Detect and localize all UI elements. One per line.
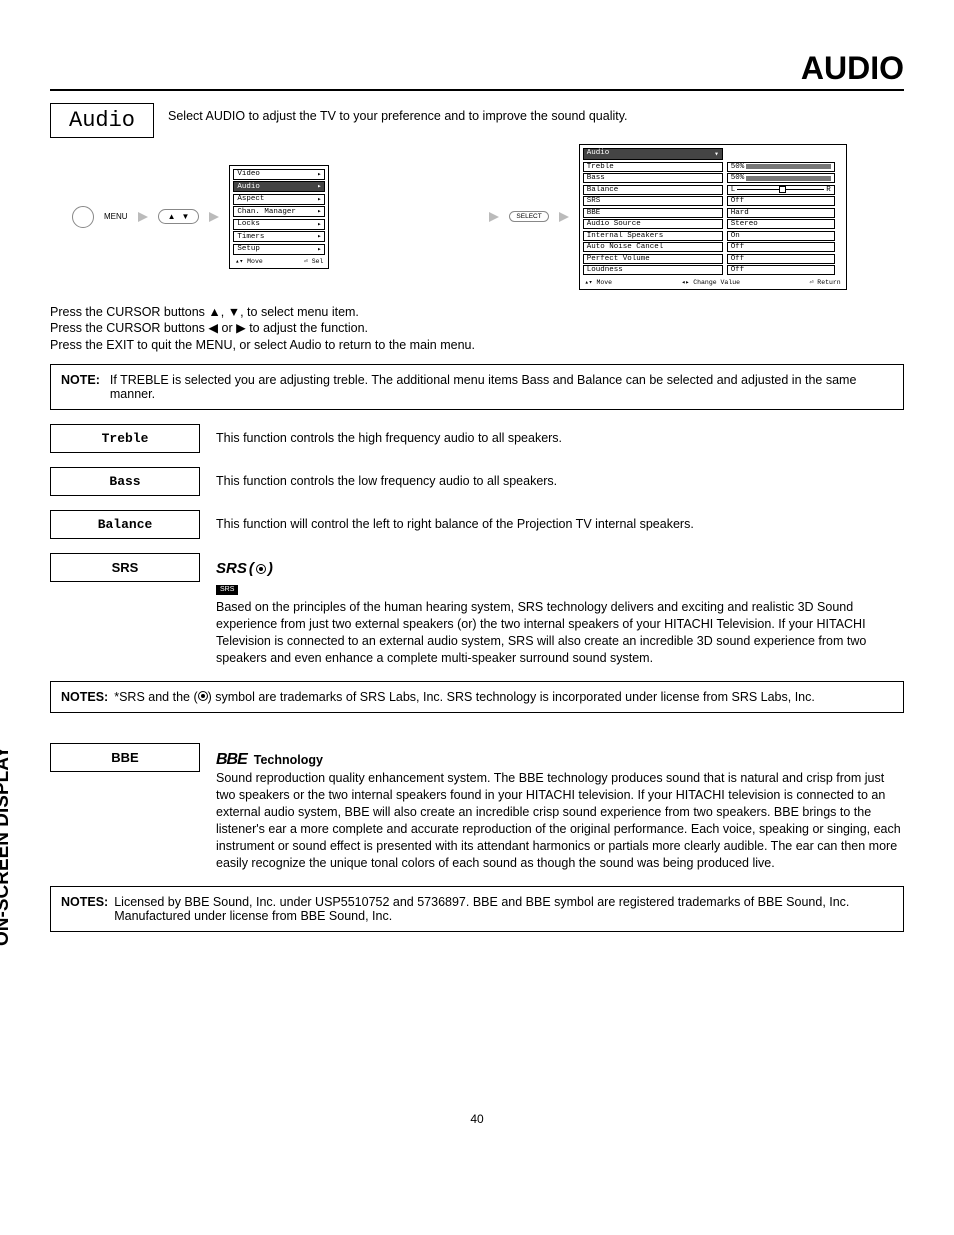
osd-audio-footer: ▴▾ Move ◂▸ Change Value ⏎ Return: [583, 277, 843, 286]
notes-text: *SRS and the () symbol are trademarks of…: [114, 690, 815, 704]
osd-item-video: Video▸: [233, 169, 325, 180]
osd-audio-menu: Audio ▾ Treble 50% Bass 50% Balance LR SRS O…: [579, 144, 847, 290]
osd-row-audio-source: Audio Source: [583, 219, 723, 229]
osd-item-chan-manager: Chan. Manager▸: [233, 206, 325, 217]
osd-val-audio-source: Stereo: [727, 219, 835, 229]
feature-desc-bass: This function controls the low frequency…: [216, 467, 904, 490]
osd-audio-header: Audio ▾: [583, 148, 723, 160]
osd-val-balance: LR: [727, 185, 835, 195]
notes-label: NOTES:: [61, 895, 108, 923]
osd-footer: ▴▾ Move ⏎ Sel: [233, 256, 325, 265]
feature-desc-balance: This function will control the left to r…: [216, 510, 904, 533]
srs-sub-badge: SRS: [216, 585, 238, 594]
arrow-icon: [559, 212, 569, 222]
osd-val-internal-speakers: On: [727, 231, 835, 241]
osd-item-aspect: Aspect▸: [233, 194, 325, 205]
notes-text: Licensed by BBE Sound, Inc. under USP551…: [114, 895, 893, 923]
osd-row-balance: Balance: [583, 185, 723, 195]
intro-text: Select AUDIO to adjust the TV to your pr…: [168, 103, 904, 138]
notes-box-bbe: NOTES: Licensed by BBE Sound, Inc. under…: [50, 886, 904, 932]
osd-main-menu: Video▸ Audio▸ Aspect▸ Chan. Manager▸ Loc…: [229, 165, 329, 270]
flow-diagram: MENU ▲▼ Video▸ Audio▸ Aspect▸ Chan. Mana…: [72, 144, 904, 290]
osd-row-treble: Treble: [583, 162, 723, 172]
feature-desc-bbe: BBE Technology Sound reproduction qualit…: [216, 743, 904, 872]
rocker-icon: ▲▼: [158, 209, 200, 224]
osd-row-perfect-volume: Perfect Volume: [583, 254, 723, 264]
note-label: NOTE:: [61, 373, 100, 401]
osd-item-audio: Audio▸: [233, 181, 325, 192]
osd-val-loudness: Off: [727, 265, 835, 275]
bbe-logo-icon: BBE: [216, 751, 247, 768]
osd-row-loudness: Loudness: [583, 265, 723, 275]
note-box-1: NOTE: If TREBLE is selected you are adju…: [50, 364, 904, 410]
feature-label-treble: Treble: [50, 424, 200, 453]
osd-val-bbe: Hard: [727, 208, 835, 218]
page-number: 40: [50, 1112, 904, 1126]
arrow-icon: [138, 212, 148, 222]
osd-val-bass: 50%: [727, 173, 835, 183]
osd-val-perfect-volume: Off: [727, 254, 835, 264]
feature-label-bass: Bass: [50, 467, 200, 496]
osd-row-bbe: BBE: [583, 208, 723, 218]
audio-section-label: Audio: [50, 103, 154, 138]
page-title: AUDIO: [50, 50, 904, 91]
osd-row-auto-noise: Auto Noise Cancel: [583, 242, 723, 252]
notes-box-srs: NOTES: *SRS and the () symbol are tradem…: [50, 681, 904, 713]
feature-label-bbe: BBE: [50, 743, 200, 772]
side-tab: ON-SCREEN DISPLAY: [0, 746, 14, 946]
arrow-icon: [209, 212, 219, 222]
osd-item-locks: Locks▸: [233, 219, 325, 230]
note-text: If TREBLE is selected you are adjusting …: [110, 373, 893, 401]
osd-val-treble: 50%: [727, 162, 835, 172]
menu-label: MENU: [104, 212, 128, 221]
instructions: Press the CURSOR buttons ▲, ▼, to select…: [50, 304, 904, 355]
menu-button-icon: [72, 206, 94, 228]
feature-desc-treble: This function controls the high frequenc…: [216, 424, 904, 447]
osd-row-bass: Bass: [583, 173, 723, 183]
osd-row-srs: SRS: [583, 196, 723, 206]
feature-label-balance: Balance: [50, 510, 200, 539]
feature-desc-srs: SRS() SRS Based on the principles of the…: [216, 553, 904, 667]
notes-label: NOTES:: [61, 690, 108, 704]
osd-item-setup: Setup▸: [233, 244, 325, 255]
osd-row-internal-speakers: Internal Speakers: [583, 231, 723, 241]
srs-logo-icon: SRS(): [216, 559, 273, 579]
arrow-icon: [489, 212, 499, 222]
osd-val-auto-noise: Off: [727, 242, 835, 252]
srs-dot-icon: [198, 691, 208, 701]
osd-item-timers: Timers▸: [233, 231, 325, 242]
osd-val-srs: Off: [727, 196, 835, 206]
select-button-icon: SELECT: [509, 211, 548, 222]
feature-label-srs: SRS: [50, 553, 200, 582]
